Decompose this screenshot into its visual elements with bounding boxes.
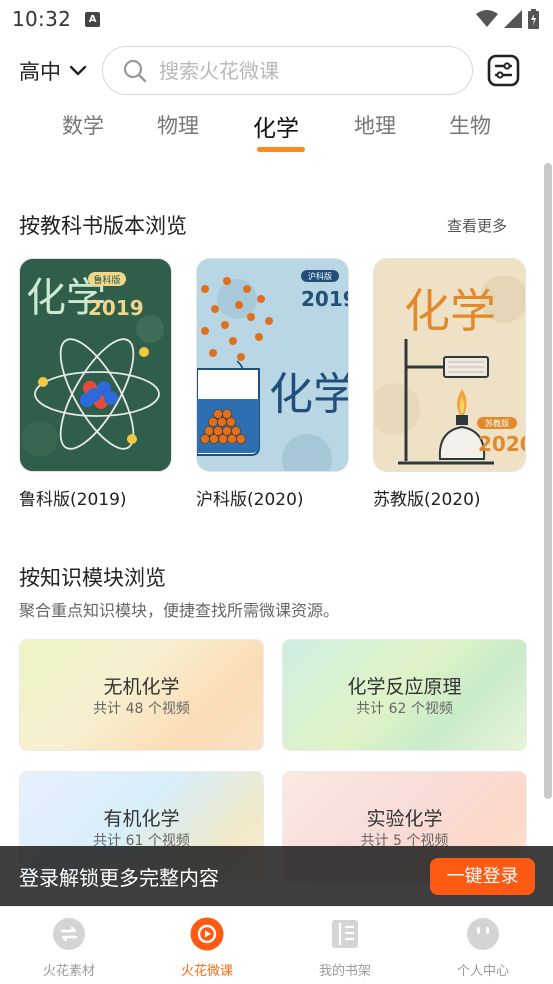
cover-title: 化学 [404,284,496,338]
cover-badge: 沪科版 [308,271,332,281]
module-title: 实验化学 [366,808,443,830]
module-title: 有机化学 [103,808,180,830]
section-title-textbook: 按教科书版本浏览 [19,214,187,238]
tab-biology[interactable]: 生物 [435,110,505,140]
module-count: 共计 62 个视频 [356,701,453,717]
section-description: 聚合重点知识模块，便捷查找所需微课资源。 [19,601,340,620]
scrollbar[interactable] [544,163,552,799]
search-input[interactable] [159,58,439,83]
tab-math[interactable]: 数学 [48,110,118,140]
book-cover-huke[interactable]: 沪科版 2019 化学 [196,258,349,472]
nav-label: 火花素材 [42,964,95,979]
menu-filter-icon[interactable] [487,54,520,87]
cover-year: 2020 [478,432,526,456]
nav-item-microcourse[interactable]: 火花微课 [157,917,257,979]
nav-label: 火花微课 [180,964,233,979]
module-title: 化学反应原理 [347,676,462,698]
module-card-reaction[interactable]: 化学反应原理 共计 62 个视频 [282,639,527,751]
cover-badge: 鲁科版 [93,274,120,286]
one-click-login-button[interactable]: 一键登录 [430,858,535,895]
bookshelf-icon [332,920,358,948]
swap-icon [53,918,85,950]
face-icon [467,918,499,950]
book-cover-art: 沪科版 2019 化学 [197,259,349,471]
header: 高中 [0,46,553,96]
cover-title: 化学 [269,369,349,420]
book-cover-art: 化学 鲁科版 2019 [20,259,171,471]
login-banner: 登录解锁更多完整内容 一键登录 [0,846,553,906]
status-bar: 10:32 A [0,0,553,38]
nav-item-bookshelf[interactable]: 我的书架 [295,917,395,979]
book-cover-sujiao[interactable]: 化学 苏教版 2020 [373,258,526,472]
module-count: 共计 48 个视频 [93,701,190,717]
nav-item-materials[interactable]: 火花素材 [19,917,119,979]
notification-a-icon: A [85,11,101,27]
tab-geography[interactable]: 地理 [340,110,410,140]
battery-icon [528,9,539,29]
section-title-modules: 按知识模块浏览 [19,566,166,590]
book-label-luke[interactable]: 鲁科版(2019) [19,485,127,510]
wifi-icon [476,10,498,27]
nav-label: 个人中心 [456,964,509,979]
tab-chemistry-label: 化学 [253,116,299,142]
play-icon [190,917,224,951]
cover-year: 2019 [301,287,349,311]
nav-item-profile[interactable]: 个人中心 [433,917,533,979]
signal-icon [504,10,522,28]
beaker-icon [197,368,260,456]
tab-physics[interactable]: 物理 [143,110,213,140]
book-cover-art: 化学 苏教版 2020 [374,259,526,471]
cover-badge: 苏教版 [485,418,509,428]
book-label-sujiao[interactable]: 苏教版(2020) [373,485,481,510]
book-cover-luke[interactable]: 化学 鲁科版 2019 [19,258,172,472]
nav-label: 我的书架 [318,964,371,979]
grade-label: 高中 [19,60,61,84]
module-card-inorganic[interactable]: 无机化学 共计 48 个视频 [19,639,264,751]
tab-active-indicator [257,147,305,152]
more-link[interactable]: 查看更多 [447,215,507,236]
login-banner-text: 登录解锁更多完整内容 [19,866,219,890]
search-box[interactable] [102,46,473,95]
book-label-huke[interactable]: 沪科版(2020) [196,485,304,510]
bottom-nav: 火花素材 火花微课 我的书架 个人中心 [0,906,553,984]
search-icon [123,59,147,82]
grade-select[interactable]: 高中 [19,56,87,86]
tab-chemistry[interactable]: 化学 [241,109,311,152]
status-time: 10:32 [12,7,72,31]
cover-year: 2019 [88,296,144,320]
subject-tabs: 数学 物理 化学 地理 生物 [0,110,553,156]
module-title: 无机化学 [103,676,180,698]
chevron-down-icon [69,65,87,76]
